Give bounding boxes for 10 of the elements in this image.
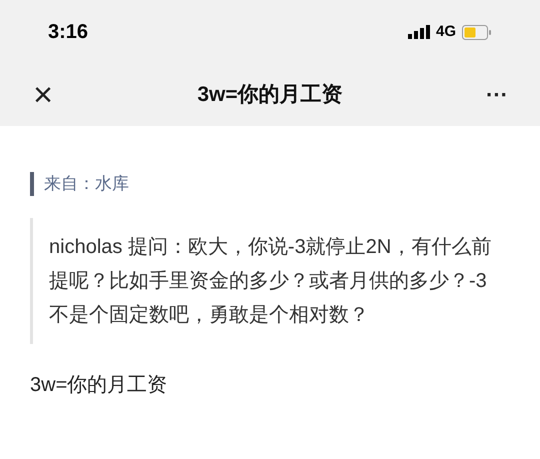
body-text: 3w=你的月工资 [30, 373, 168, 398]
battery-icon [462, 24, 492, 40]
source-label: 来自：水库 [44, 174, 130, 194]
status-time: 3:16 [48, 20, 88, 45]
signal-icon [408, 25, 430, 39]
page-title: 3w=你的月工资 [197, 82, 343, 108]
question-text: nicholas 提问：欧大，你说-3就停止2N，有什么前提呢？比如手里资金的多少？或者月供的多少？-3不是个固定数吧，勇敢是个相对数？ [49, 235, 492, 328]
more-button[interactable]: ··· [482, 84, 512, 106]
close-button[interactable]: × [28, 78, 58, 112]
network-label: 4G [436, 22, 456, 42]
